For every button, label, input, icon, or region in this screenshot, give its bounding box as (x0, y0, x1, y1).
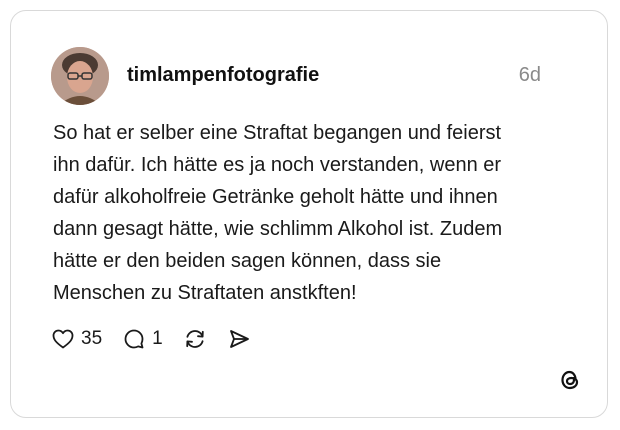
send-icon (229, 330, 249, 348)
action-bar: 35 1 (51, 325, 271, 353)
like-button[interactable]: 35 (51, 327, 102, 351)
speech-bubble-icon (124, 329, 144, 349)
post-text-line: Menschen zu Straftaten anstkften! (53, 282, 357, 304)
reply-count: 1 (152, 328, 163, 349)
post-timestamp: 6d (518, 64, 541, 86)
avatar-photo (51, 47, 109, 105)
post-text-line: dafür alkoholfreie Getränke geholt hätte… (53, 186, 498, 208)
avatar[interactable] (51, 47, 109, 105)
username[interactable]: timlampenfotografie (127, 63, 319, 87)
post-text: So hat er selber eine Straftat begangen … (53, 117, 583, 309)
share-button[interactable] (227, 327, 251, 351)
post-text-line: dann gesagt hätte, wie schlimm Alkohol i… (53, 218, 503, 240)
post-text-line: hätte er den beiden sagen können, dass s… (53, 250, 442, 272)
post-text-line: ihn dafür. Ich hätte es ja noch verstand… (53, 154, 502, 176)
heart-icon (52, 329, 74, 349)
repost-icon (186, 330, 204, 348)
repost-button[interactable] (183, 327, 207, 351)
like-count: 35 (81, 328, 103, 349)
post-text-line: So hat er selber eine Straftat begangen … (53, 122, 502, 144)
reply-button[interactable]: 1 (122, 327, 163, 351)
threads-logo-icon (561, 370, 579, 390)
post-card: timlampenfotografie 6d So hat er selber … (10, 10, 608, 418)
